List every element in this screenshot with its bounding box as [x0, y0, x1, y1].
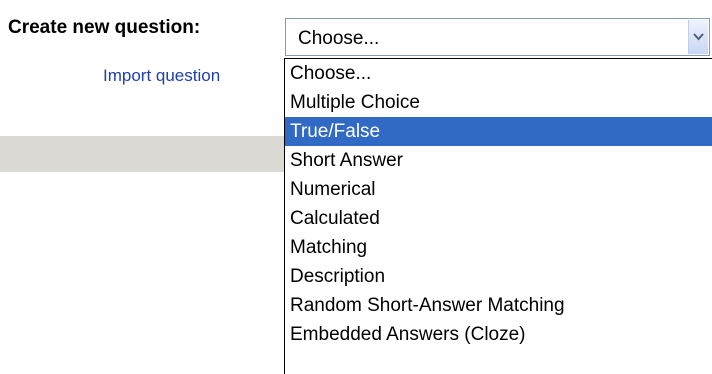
- option-random-short-answer-matching[interactable]: Random Short-Answer Matching: [285, 291, 712, 320]
- chevron-down-icon[interactable]: [688, 20, 708, 54]
- question-type-select[interactable]: Choose...: [285, 18, 710, 56]
- option-choose[interactable]: Choose...: [285, 59, 712, 88]
- option-description[interactable]: Description: [285, 262, 712, 291]
- option-embedded-answers-cloze[interactable]: Embedded Answers (Cloze): [285, 320, 712, 349]
- option-matching[interactable]: Matching: [285, 233, 712, 262]
- option-multiple-choice[interactable]: Multiple Choice: [285, 88, 712, 117]
- option-true-false[interactable]: True/False: [285, 117, 712, 146]
- option-short-answer[interactable]: Short Answer: [285, 146, 712, 175]
- option-numerical[interactable]: Numerical: [285, 175, 712, 204]
- chevron-down-icon-glyph: [693, 33, 704, 41]
- question-type-dropdown: Choose... Multiple Choice True/False Sho…: [284, 58, 712, 374]
- create-question-label: Create new question:: [8, 17, 201, 38]
- import-questions-link[interactable]: Import question: [103, 66, 220, 86]
- option-calculated[interactable]: Calculated: [285, 204, 712, 233]
- select-current-value: Choose...: [298, 28, 380, 49]
- page: Create new question: Import question Cho…: [0, 0, 712, 374]
